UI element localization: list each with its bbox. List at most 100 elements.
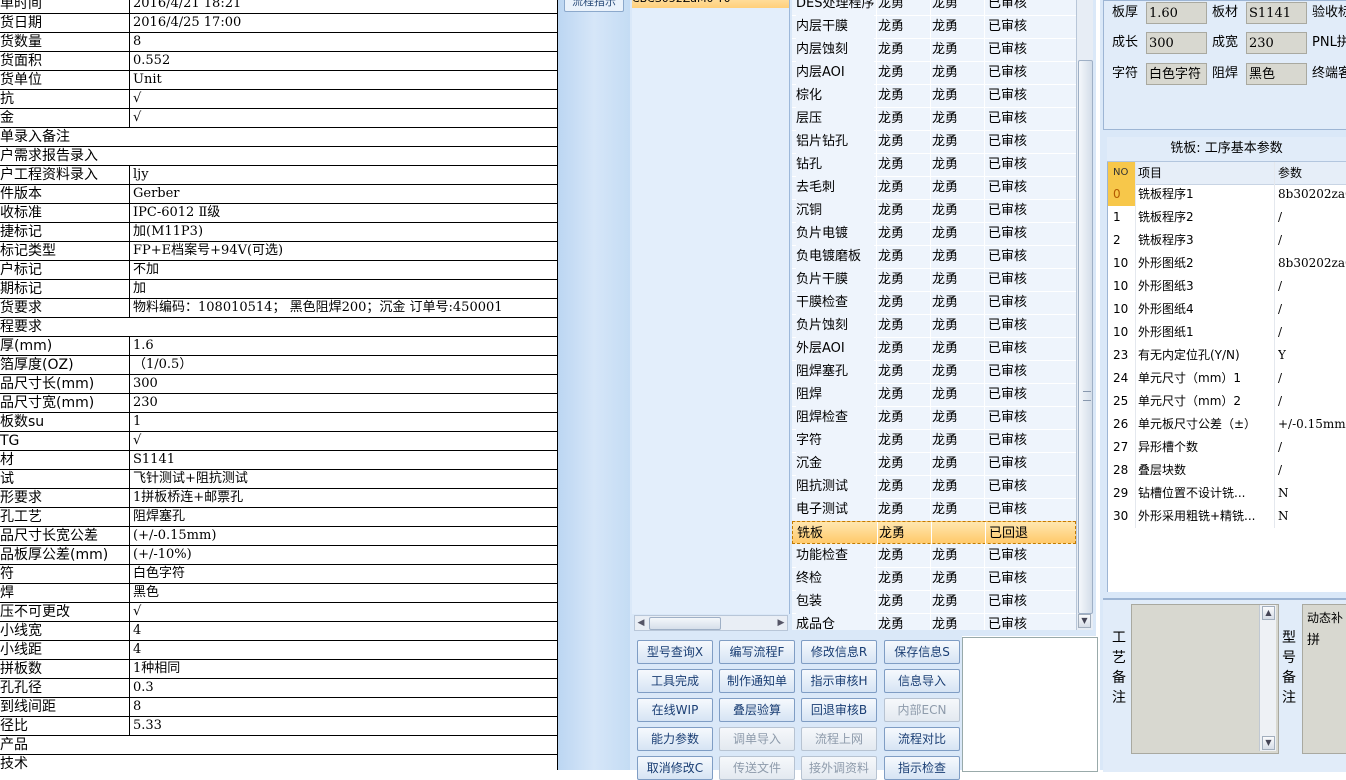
- info-value[interactable]: 1.6: [133, 337, 557, 355]
- process-remark-field[interactable]: [1131, 604, 1279, 754]
- param-row[interactable]: 28 叠层块数 /: [1108, 459, 1346, 482]
- process-row[interactable]: 沉金 龙勇 龙勇 已审核: [792, 452, 1076, 476]
- info-value[interactable]: 阻焊塞孔: [133, 508, 557, 526]
- info-row[interactable]: 货要求 物料编码：108010514； 黑色阻焊200；沉金 订单号:450001: [0, 299, 557, 318]
- info-row[interactable]: 件版本 Gerber: [0, 185, 557, 204]
- info-row[interactable]: 拼板数 1种相同: [0, 660, 557, 679]
- info-row[interactable]: 抗 √: [0, 90, 557, 109]
- process-row[interactable]: 字符 龙勇 龙勇 已审核: [792, 429, 1076, 453]
- param-row[interactable]: 10 外形图纸1/: [1108, 321, 1346, 344]
- param-row[interactable]: 1 铣板程序2/: [1108, 206, 1346, 229]
- info-row[interactable]: 标记类型 FP+E档案号+94V(可选): [0, 242, 557, 261]
- model-list[interactable]: CBCS052ZaM0 Y0: [632, 0, 790, 614]
- action-button[interactable]: 叠层验算: [719, 698, 795, 722]
- action-button[interactable]: 信息导入: [884, 669, 960, 693]
- field-value[interactable]: 黑色: [1246, 63, 1307, 85]
- process-row[interactable]: 负电镀磨板 龙勇 龙勇 已审核: [792, 245, 1076, 269]
- info-row[interactable]: 焊黑色: [0, 584, 557, 603]
- action-button[interactable]: 保存信息S: [884, 640, 960, 664]
- info-row[interactable]: 板数su 1: [0, 413, 557, 432]
- vertical-scrollbar[interactable]: ▼: [1076, 0, 1093, 630]
- info-row[interactable]: 小线宽 4: [0, 622, 557, 641]
- info-row[interactable]: 户工程资料录入 ljy: [0, 166, 557, 185]
- info-value[interactable]: √: [133, 432, 557, 450]
- info-row[interactable]: 货单位 Unit: [0, 71, 557, 90]
- info-row[interactable]: 压不可更改 √: [0, 603, 557, 622]
- field-value[interactable]: 白色字符: [1146, 63, 1207, 85]
- info-row[interactable]: 品尺寸长(mm) 300: [0, 375, 557, 394]
- list-item-selected[interactable]: CBCS052ZaM0 Y0: [632, 0, 789, 8]
- scroll-up-icon[interactable]: ▲: [1262, 606, 1275, 620]
- info-value[interactable]: 8: [133, 698, 557, 716]
- info-row[interactable]: 户需求报告录入: [0, 147, 557, 166]
- process-row[interactable]: 钻孔 龙勇 龙勇 已审核: [792, 153, 1076, 177]
- info-value[interactable]: 不加: [133, 261, 557, 279]
- info-value[interactable]: Unit: [133, 71, 557, 89]
- info-value[interactable]: 1拼板桥连+邮票孔: [133, 489, 557, 507]
- action-button[interactable]: 制作通知单: [719, 669, 795, 693]
- action-button[interactable]: 修改信息R: [801, 640, 877, 664]
- process-row[interactable]: 铝片钻孔 龙勇 龙勇 已审核: [792, 130, 1076, 154]
- param-row[interactable]: 0 铣板程序1 8b30202za0: [1108, 183, 1346, 206]
- action-button[interactable]: 回退审核B: [801, 698, 877, 722]
- process-row[interactable]: 电子测试 龙勇 龙勇 已审核: [792, 498, 1076, 522]
- process-row[interactable]: 外层AOI 龙勇 龙勇 已审核: [792, 337, 1076, 361]
- info-value[interactable]: 加: [133, 280, 557, 298]
- scroll-thumb[interactable]: [1078, 60, 1093, 614]
- info-row[interactable]: 小线距 4: [0, 641, 557, 660]
- action-button[interactable]: 工具完成: [637, 669, 713, 693]
- flow-indicator-button[interactable]: 流程指示: [564, 0, 624, 12]
- param-row[interactable]: 30 外形采用粗铣+精铣... N: [1108, 505, 1346, 528]
- info-value[interactable]: 0.552: [133, 52, 557, 70]
- process-row[interactable]: 阻焊塞孔 龙勇 龙勇 已审核: [792, 360, 1076, 384]
- info-row[interactable]: 材 S1141: [0, 451, 557, 470]
- info-value[interactable]: 5.33: [133, 717, 557, 735]
- info-row[interactable]: 径比 5.33: [0, 717, 557, 736]
- info-value[interactable]: 物料编码：108010514； 黑色阻焊200；沉金 订单号:450001: [133, 299, 557, 317]
- field-value[interactable]: 230: [1246, 32, 1307, 54]
- info-value[interactable]: 4: [133, 641, 557, 659]
- action-button[interactable]: 编写流程F: [719, 640, 795, 664]
- info-row[interactable]: 形要求 1拼板桥连+邮票孔: [0, 489, 557, 508]
- process-row[interactable]: 阻焊检查 龙勇 龙勇 已审核: [792, 406, 1076, 430]
- info-value[interactable]: √: [133, 109, 557, 127]
- horizontal-scrollbar[interactable]: ◀ ▶: [634, 615, 788, 631]
- process-row[interactable]: 负片蚀刻 龙勇 龙勇 已审核: [792, 314, 1076, 338]
- param-row[interactable]: 10 外形图纸4/: [1108, 298, 1346, 321]
- info-row[interactable]: 金 √: [0, 109, 557, 128]
- info-value[interactable]: 加(M11P3): [133, 223, 557, 241]
- process-row[interactable]: 干膜检查 龙勇 龙勇 已审核: [792, 291, 1076, 315]
- process-row[interactable]: 去毛刺 龙勇 龙勇 已审核: [792, 176, 1076, 200]
- action-button[interactable]: 流程对比: [884, 727, 960, 751]
- param-row[interactable]: 29 钻槽位置不设计铣... N: [1108, 482, 1346, 505]
- process-row[interactable]: 棕化 龙勇 龙勇 已审核: [792, 84, 1076, 108]
- info-row[interactable]: 试飞针测试+阻抗测试: [0, 470, 557, 489]
- info-row[interactable]: 产品: [0, 736, 557, 755]
- info-value[interactable]: 230: [133, 394, 557, 412]
- process-row[interactable]: 内层干膜 龙勇 龙勇 已审核: [792, 15, 1076, 39]
- process-row[interactable]: 包装 龙勇 龙勇 已审核: [792, 590, 1076, 614]
- info-value[interactable]: IPC-6012 Ⅱ级: [133, 204, 557, 222]
- action-button[interactable]: 调单导入: [719, 727, 795, 751]
- info-row[interactable]: 货数量 8: [0, 33, 557, 52]
- info-value[interactable]: 2016/4/21 18:21: [133, 0, 557, 13]
- info-row[interactable]: 期标记加: [0, 280, 557, 299]
- info-value[interactable]: 白色字符: [133, 565, 557, 583]
- info-value[interactable]: （1/0.5）: [133, 356, 557, 374]
- process-row[interactable]: 成品仓 龙勇 龙勇 已审核: [792, 613, 1076, 630]
- action-button[interactable]: 指示审核H: [801, 669, 877, 693]
- process-row[interactable]: 层压 龙勇 龙勇 已审核: [792, 107, 1076, 131]
- process-row[interactable]: 负片电镀 龙勇 龙勇 已审核: [792, 222, 1076, 246]
- info-value[interactable]: √: [133, 603, 557, 621]
- param-row[interactable]: 10 外形图纸3/: [1108, 275, 1346, 298]
- info-value[interactable]: Gerber: [133, 185, 557, 203]
- action-button[interactable]: 传送文件: [719, 756, 795, 780]
- info-row[interactable]: 符白色字符: [0, 565, 557, 584]
- info-value[interactable]: 0.3: [133, 679, 557, 697]
- info-value[interactable]: (+/-0.15mm): [133, 527, 557, 545]
- param-row[interactable]: 10 外形图纸2 8b30202za0: [1108, 252, 1346, 275]
- info-value[interactable]: 2016/4/25 17:00: [133, 14, 557, 32]
- action-button[interactable]: 能力参数: [637, 727, 713, 751]
- info-row[interactable]: 程要求: [0, 318, 557, 337]
- param-row[interactable]: 23 有无内定位孔(Y/N) Y: [1108, 344, 1346, 367]
